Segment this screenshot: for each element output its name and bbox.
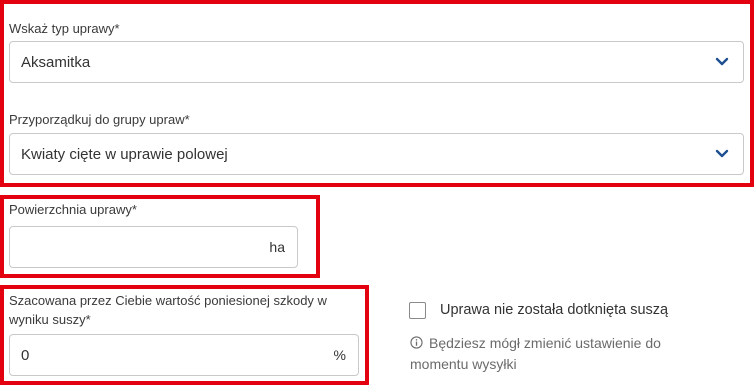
crop-group-select[interactable]: Kwiaty cięte w uprawie polowej <box>9 133 744 175</box>
crop-type-select[interactable]: Aksamitka <box>9 41 744 83</box>
info-note-line2: momentu wysyłki <box>410 356 517 372</box>
damage-label-line1: Szacowana przez Ciebie wartość poniesion… <box>9 293 327 308</box>
damage-value: 0 <box>21 346 30 364</box>
area-label: Powierzchnia uprawy* <box>9 202 137 217</box>
drought-checkbox[interactable] <box>409 302 426 319</box>
chevron-down-icon <box>715 149 729 158</box>
damage-input[interactable]: 0 % <box>9 334 359 376</box>
crop-type-value: Aksamitka <box>21 53 91 71</box>
info-icon <box>410 336 423 349</box>
crop-group-label: Przyporządkuj do grupy upraw* <box>9 112 190 127</box>
drought-checkbox-label[interactable]: Uprawa nie została dotknięta suszą <box>440 302 668 318</box>
damage-unit: % <box>333 347 346 363</box>
crop-type-label: Wskaż typ uprawy* <box>9 21 120 36</box>
damage-label-line2: wyniku suszy* <box>9 312 91 327</box>
info-note-line1: Będziesz mógł zmienić ustawienie do <box>429 335 661 351</box>
area-unit: ha <box>269 239 285 255</box>
chevron-down-icon <box>715 57 729 66</box>
area-input[interactable]: ha <box>9 226 298 268</box>
info-note: Będziesz mógł zmienić ustawienie do mome… <box>410 333 710 375</box>
crop-group-value: Kwiaty cięte w uprawie polowej <box>21 145 228 163</box>
